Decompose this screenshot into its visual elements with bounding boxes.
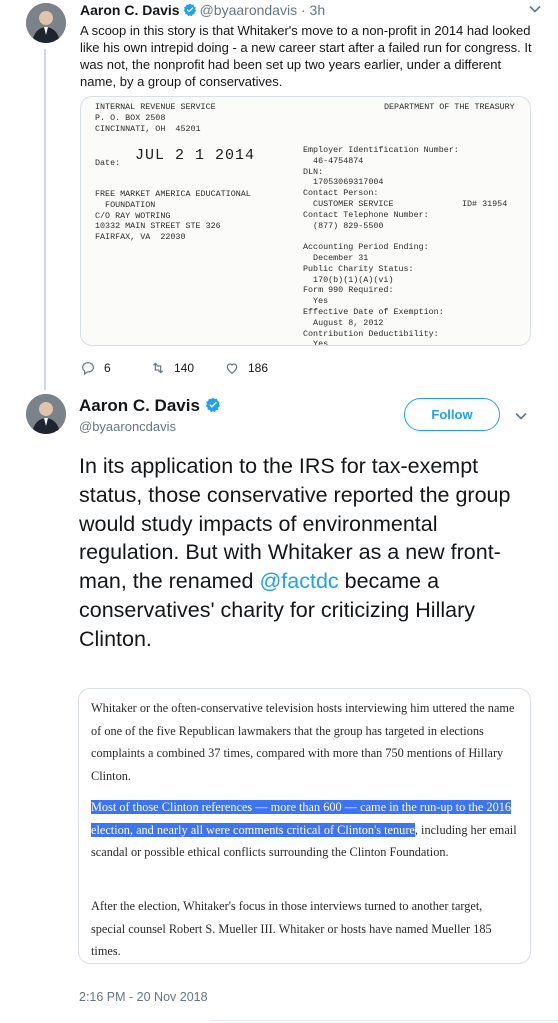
verified-badge-icon — [205, 397, 220, 412]
irs-date-label: Date: — [95, 158, 121, 168]
excerpt-paragraph-3: After the election, Whitaker's focus in … — [91, 899, 492, 958]
heart-icon — [226, 363, 238, 375]
retweet-button[interactable]: 140 — [150, 360, 194, 376]
author-handle[interactable]: @byaarondavis — [200, 2, 298, 18]
irs-letter-details: Employer Identification Number: 46-47548… — [303, 145, 459, 346]
author-avatar[interactable] — [26, 3, 66, 43]
mention-link[interactable]: @factdc — [259, 569, 338, 593]
tweet-timestamp[interactable]: 2:16 PM - 20 Nov 2018 — [79, 990, 208, 1004]
main-tweet: Aaron C. Davis @byaaroncdavis Follow In … — [0, 390, 558, 1023]
chevron-down-icon[interactable] — [514, 409, 528, 423]
irs-letter-image[interactable]: INTERNAL REVENUE SERVICE P. O. BOX 2508 … — [80, 96, 531, 346]
irs-sender-address: INTERNAL REVENUE SERVICE P. O. BOX 2508 … — [95, 102, 216, 134]
reply-context-tweet: Aaron C. Davis @byaarondavis · 3h A scoop… — [0, 0, 558, 390]
time-separator: · — [300, 2, 306, 18]
excerpt-paragraph-2: Most of those Clinton references — more … — [91, 800, 517, 859]
like-button[interactable]: 186 — [224, 360, 268, 376]
author-name-row: Aaron C. Davis — [79, 396, 224, 416]
like-count: 186 — [248, 361, 269, 375]
reply-icon — [82, 362, 94, 376]
author-name[interactable]: Aaron C. Davis — [79, 396, 200, 415]
tweet-text: In its application to the IRS for tax-ex… — [79, 454, 511, 651]
article-excerpt-image[interactable]: Whitaker or the often-conservative telev… — [78, 688, 531, 964]
divider — [210, 1020, 558, 1021]
reply-button[interactable]: 6 — [80, 360, 111, 376]
retweet-count: 140 — [174, 361, 195, 375]
reply-count: 6 — [104, 361, 111, 375]
author-name[interactable]: Aaron C. Davis — [80, 2, 180, 18]
excerpt-paragraph-1: Whitaker or the often-conservative telev… — [91, 701, 515, 783]
retweet-icon — [152, 362, 164, 374]
tweet-time[interactable]: 3h — [310, 2, 326, 18]
tweet-text: A scoop in this story is that Whitaker's… — [80, 23, 532, 89]
tweet-header: Aaron C. Davis @byaarondavis · 3h — [80, 2, 325, 19]
chevron-down-icon[interactable] — [528, 2, 542, 16]
thread-connector-line — [44, 49, 46, 390]
author-handle[interactable]: @byaaroncdavis — [79, 419, 176, 434]
follow-button[interactable]: Follow — [404, 398, 500, 431]
irs-date-stamp: JUL 2 1 2014 — [135, 147, 256, 164]
irs-department: DEPARTMENT OF THE TREASURY — [384, 102, 515, 112]
irs-recipient-address: FREE MARKET AMERICA EDUCATIONAL FOUNDATI… — [95, 189, 251, 243]
verified-badge-icon — [183, 3, 196, 17]
irs-id-number: ID# 31954 — [462, 199, 508, 209]
author-avatar[interactable] — [26, 394, 66, 434]
